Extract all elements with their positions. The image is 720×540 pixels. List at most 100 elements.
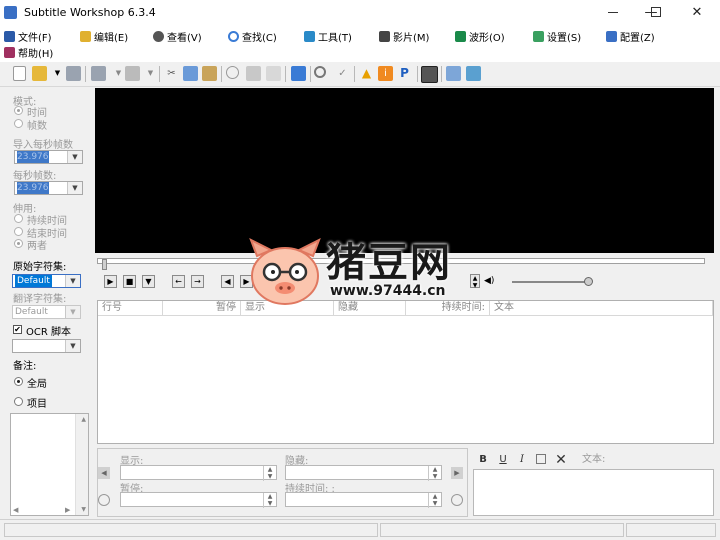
menu-waveform[interactable]: 波形(O) bbox=[455, 29, 505, 44]
comment-icon[interactable] bbox=[266, 66, 281, 81]
paste-icon[interactable] bbox=[202, 66, 217, 81]
rewind-button[interactable]: ← bbox=[172, 275, 185, 288]
video-player[interactable] bbox=[95, 88, 714, 253]
speed-spinner[interactable]: ▲ ▼ bbox=[470, 274, 480, 289]
ocr-checkbox[interactable]: ✔ bbox=[13, 325, 22, 334]
ocr-label: OCR 脚本 bbox=[26, 327, 71, 338]
toolbar-separator bbox=[221, 66, 222, 82]
column-header-number[interactable]: 行号 bbox=[98, 301, 163, 316]
toolbar-separator bbox=[310, 66, 311, 82]
video-toggle-icon[interactable] bbox=[421, 66, 438, 83]
italic-button[interactable]: I bbox=[516, 454, 528, 466]
subtitle-text-editor[interactable] bbox=[473, 469, 714, 516]
seek-thumb[interactable] bbox=[102, 259, 107, 270]
subtitle-list[interactable]: 行号 暂停 显示 隐藏 持续时间: 文本 bbox=[97, 300, 714, 444]
hide-time-spinner[interactable]: ▲ ▼ bbox=[428, 466, 441, 481]
clock-icon[interactable] bbox=[226, 66, 239, 79]
volume-slider[interactable] bbox=[512, 281, 590, 283]
next-line-button[interactable]: ▶ bbox=[451, 467, 463, 479]
translator-mode-icon[interactable] bbox=[466, 66, 481, 81]
color-button[interactable] bbox=[536, 454, 546, 464]
menu-movie[interactable]: 影片(M) bbox=[379, 29, 429, 44]
menu-edit[interactable]: 编辑(E) bbox=[80, 29, 128, 44]
notes-textarea[interactable]: ▲ ▼ ◀ ▶ bbox=[10, 413, 89, 516]
column-header-duration[interactable]: 持续时间: bbox=[406, 301, 490, 316]
trans-charset-combo[interactable]: Default ▼ bbox=[12, 305, 81, 319]
column-header-pause[interactable]: 暂停 bbox=[163, 301, 241, 316]
menu-settings[interactable]: 设置(S) bbox=[533, 29, 581, 44]
save-icon[interactable] bbox=[66, 66, 81, 81]
cut-icon[interactable]: ✂ bbox=[164, 66, 179, 81]
scroll-left-icon[interactable]: ◀ bbox=[13, 506, 18, 514]
menu-config[interactable]: 配置(Z) bbox=[606, 29, 655, 44]
toolbar-separator bbox=[285, 66, 286, 82]
ocr-script-combo[interactable]: ▼ bbox=[12, 339, 81, 353]
menu-tools[interactable]: 工具(T) bbox=[304, 29, 352, 44]
clock-icon[interactable] bbox=[98, 494, 110, 506]
chevron-down-icon: ▼ bbox=[65, 306, 80, 318]
clock-icon[interactable] bbox=[451, 494, 463, 506]
show-time-spinner[interactable]: ▲ ▼ bbox=[263, 466, 276, 481]
bold-button[interactable]: B bbox=[477, 454, 489, 466]
undo-dropdown-icon[interactable]: ▼ bbox=[111, 66, 126, 81]
ocr-p-icon[interactable]: P bbox=[397, 66, 412, 81]
menu-search[interactable]: 查找(C) bbox=[228, 29, 277, 44]
translate-icon[interactable] bbox=[291, 66, 306, 81]
column-header-hide[interactable]: 隐藏 bbox=[334, 301, 406, 316]
pause-time-input[interactable]: ▲ ▼ bbox=[120, 492, 277, 508]
fps-combo[interactable]: 23.976 ▼ bbox=[14, 181, 83, 195]
maximize-button[interactable] bbox=[651, 7, 661, 17]
input-fps-combo[interactable]: 23.976 ▼ bbox=[14, 150, 83, 164]
copy-icon[interactable] bbox=[183, 66, 198, 81]
forward-button[interactable]: → bbox=[191, 275, 204, 288]
play-button[interactable]: ▶ bbox=[104, 275, 117, 288]
menu-view[interactable]: 查看(V) bbox=[153, 29, 202, 44]
save-translation-icon[interactable] bbox=[91, 66, 106, 81]
open-dropdown-icon[interactable]: ▼ bbox=[50, 66, 65, 81]
notes-scrollbar[interactable] bbox=[75, 414, 88, 515]
close-file-icon[interactable] bbox=[125, 66, 140, 81]
stop-button[interactable]: ▼ bbox=[142, 275, 155, 288]
notes-item-radio[interactable] bbox=[14, 397, 23, 406]
pause-button[interactable]: ■ bbox=[123, 275, 136, 288]
orig-charset-combo[interactable]: Default ▼ bbox=[12, 274, 81, 288]
mode-frames-radio[interactable] bbox=[14, 119, 23, 128]
prev-subtitle-button[interactable]: ◀ bbox=[221, 275, 234, 288]
stretch-end-radio[interactable] bbox=[14, 227, 23, 236]
hide-time-input[interactable]: ▲ ▼ bbox=[285, 465, 442, 481]
menu-help[interactable]: 帮助(H) bbox=[4, 45, 53, 60]
spellcheck-icon[interactable]: ✓ bbox=[335, 66, 350, 81]
scroll-down-icon[interactable]: ▼ bbox=[81, 506, 86, 513]
notes-global-radio[interactable] bbox=[14, 377, 23, 386]
find-icon[interactable] bbox=[314, 66, 326, 78]
stretch-both-radio[interactable] bbox=[14, 239, 23, 248]
stretch-duration-radio[interactable] bbox=[14, 214, 23, 223]
duration-time-spinner[interactable]: ▲ ▼ bbox=[428, 493, 441, 508]
text-icon[interactable] bbox=[246, 66, 261, 81]
mode-icon[interactable] bbox=[446, 66, 461, 81]
config-icon bbox=[606, 31, 617, 42]
duration-time-input[interactable]: ▲ ▼ bbox=[285, 492, 442, 508]
chevron-down-icon: ▼ bbox=[67, 182, 82, 194]
redo-dropdown-icon[interactable]: ▼ bbox=[143, 66, 158, 81]
prev-line-button[interactable]: ◀ bbox=[98, 467, 110, 479]
pause-time-spinner[interactable]: ▲ ▼ bbox=[263, 493, 276, 508]
underline-button[interactable]: U bbox=[497, 454, 509, 466]
open-folder-icon[interactable] bbox=[32, 66, 47, 81]
close-button[interactable]: ✕ bbox=[674, 0, 720, 26]
mode-frames-label: 帧数 bbox=[27, 121, 47, 132]
info-icon[interactable]: i bbox=[378, 66, 393, 81]
column-header-text[interactable]: 文本 bbox=[490, 301, 713, 316]
clear-format-icon[interactable]: ✕ bbox=[555, 453, 567, 467]
toolbar-separator bbox=[417, 66, 418, 82]
volume-thumb[interactable] bbox=[584, 277, 593, 286]
text-label: 文本: bbox=[582, 454, 606, 465]
menu-file[interactable]: 文件(F) bbox=[4, 29, 52, 44]
mode-time-radio[interactable] bbox=[14, 106, 23, 115]
show-time-input[interactable]: ▲ ▼ bbox=[120, 465, 277, 481]
warning-icon[interactable]: ▲ bbox=[359, 66, 374, 81]
scroll-right-icon[interactable]: ▶ bbox=[65, 506, 70, 514]
scroll-up-icon[interactable]: ▲ bbox=[81, 416, 86, 423]
waveform-icon bbox=[455, 31, 466, 42]
new-file-icon[interactable] bbox=[13, 66, 26, 81]
